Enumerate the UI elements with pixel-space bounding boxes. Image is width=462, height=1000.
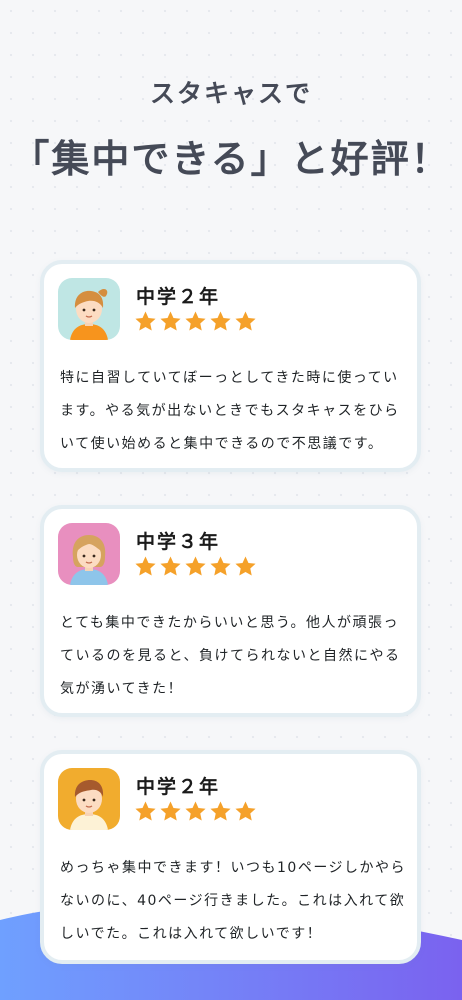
star-icon — [135, 801, 156, 821]
star-icon — [235, 556, 256, 576]
review-text: とても集中できたからいいと思う。他人が頑張っているのを見ると、負けてられないと自… — [60, 615, 401, 697]
review-grade: 中学２年 — [136, 286, 221, 308]
star-icon — [160, 801, 181, 821]
star-rating — [134, 310, 257, 334]
boy-avatar-icon — [58, 768, 120, 830]
star-icon — [235, 311, 256, 331]
review-card: 中学３年 とても集中できたからいいと思う。他人が頑張っているのを見ると、負けてら… — [40, 505, 421, 717]
star-icon — [210, 801, 231, 821]
star-icon — [185, 311, 206, 331]
review-grade: 中学２年 — [136, 776, 221, 798]
review-grade: 中学３年 — [136, 531, 221, 553]
star-icon — [185, 801, 206, 821]
review-card: 中学２年 めっちゃ集中できます！いつも10ページしかやらないのに、40ページ行き… — [40, 750, 421, 964]
star-icon — [135, 311, 156, 331]
hero-subtitle: スタキャスで — [149, 79, 312, 108]
review-text: 特に自習していてぼーっとしてきた時に使っています。やる気が出ないときでもスタキャ… — [60, 370, 400, 452]
review-text: めっちゃ集中できます！いつも10ページしかやらないのに、40ページ行きました。こ… — [60, 860, 407, 942]
boy-with-ponytail-avatar-icon — [58, 278, 120, 340]
review-header: 中学２年 — [58, 278, 398, 342]
star-rating — [134, 800, 257, 824]
girl-avatar-icon — [58, 523, 120, 585]
review-card: 中学２年 特に自習していてぼーっとしてきた時に使っています。やる気が出ないときで… — [40, 260, 421, 472]
star-rating — [134, 555, 257, 579]
star-icon — [160, 556, 181, 576]
star-icon — [210, 556, 231, 576]
hero-title: 「集中できる」と好評！ — [11, 137, 451, 181]
star-icon — [160, 311, 181, 331]
star-icon — [185, 556, 206, 576]
star-icon — [235, 801, 256, 821]
review-header: 中学２年 — [58, 768, 398, 832]
review-header: 中学３年 — [58, 523, 398, 587]
star-icon — [135, 556, 156, 576]
star-icon — [210, 311, 231, 331]
